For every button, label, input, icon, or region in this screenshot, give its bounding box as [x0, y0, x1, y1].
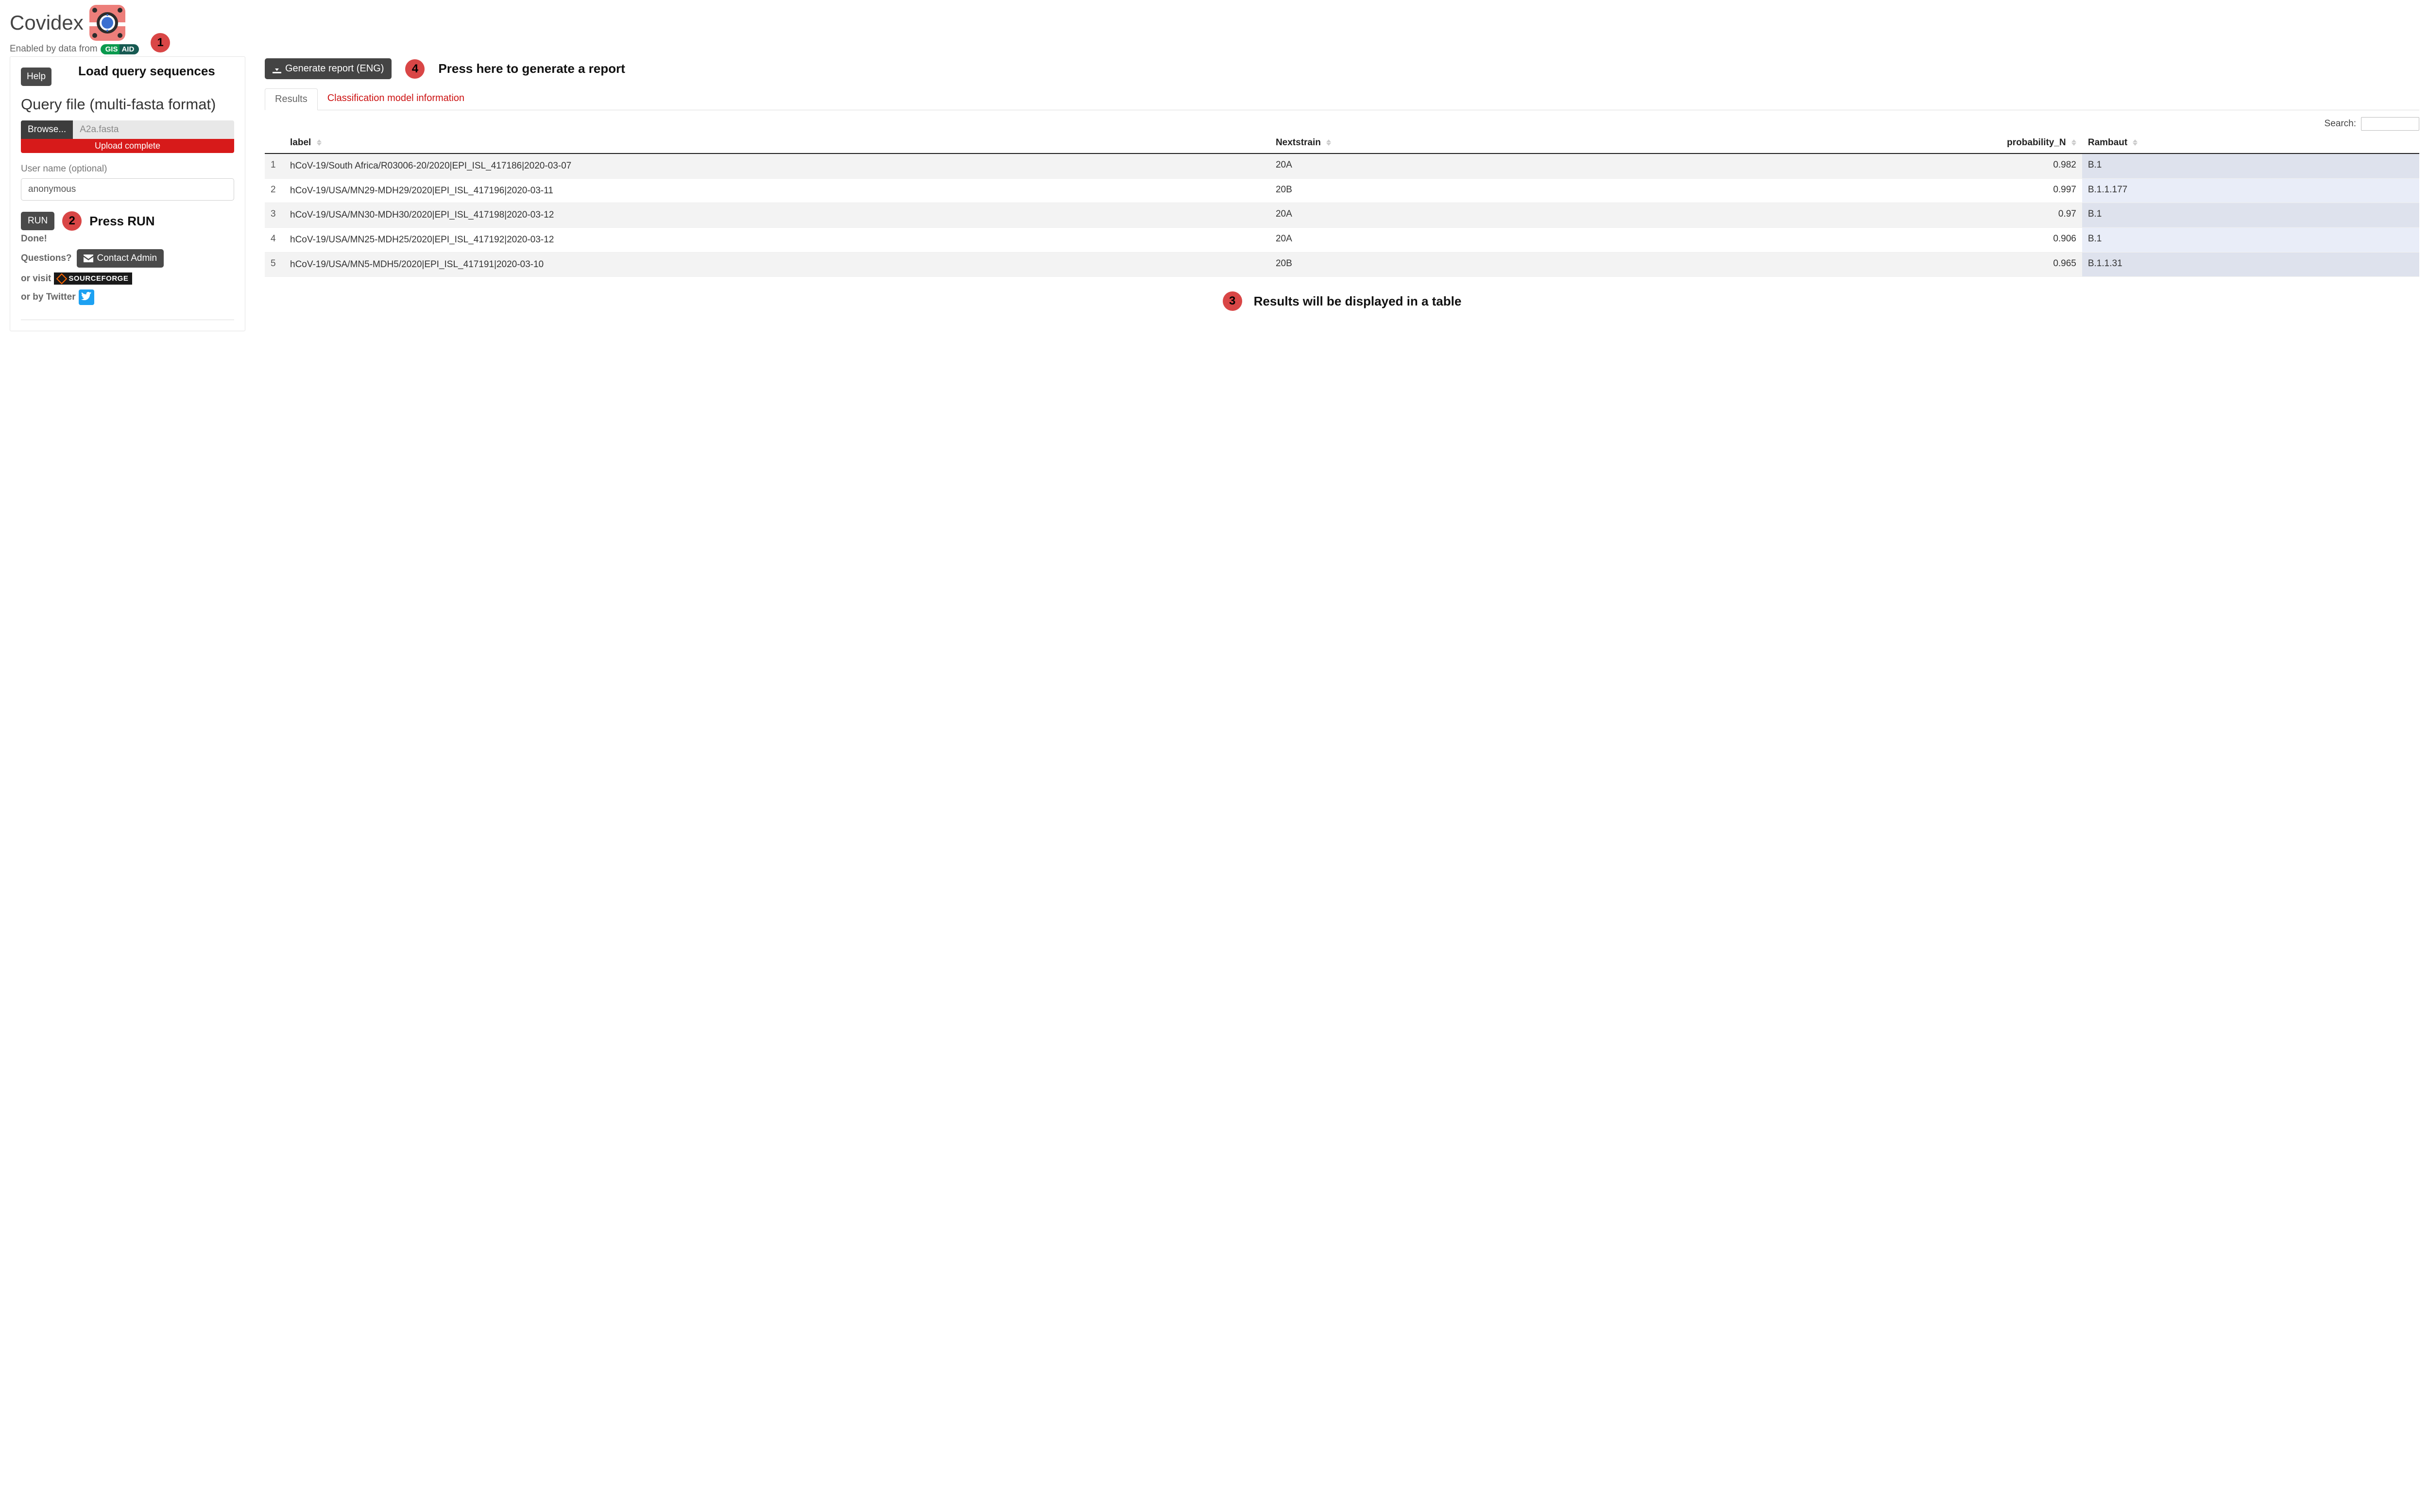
- col-label-text: label: [290, 137, 311, 148]
- twitter-icon: [81, 292, 92, 303]
- sort-icon: [2071, 139, 2076, 146]
- app-logo-icon: [89, 5, 125, 41]
- search-input[interactable]: [2361, 117, 2419, 131]
- row-label: hCoV-19/South Africa/R03006-20/2020|EPI_…: [284, 153, 1270, 178]
- table-row[interactable]: 5hCoV-19/USA/MN5-MDH5/2020|EPI_ISL_41719…: [265, 252, 2419, 277]
- results-table: label Nextstrain probability_N Rambaut: [265, 133, 2419, 277]
- row-nextstrain: 20B: [1270, 178, 1638, 203]
- col-label[interactable]: label: [284, 133, 1270, 153]
- annotation-3-text: Results will be displayed in a table: [1254, 294, 1462, 309]
- download-icon: [273, 65, 281, 73]
- selected-file-name: A2a.fasta: [73, 120, 234, 139]
- annotation-1-text: Load query sequences: [78, 64, 215, 79]
- row-nextstrain: 20A: [1270, 153, 1638, 178]
- col-nextstrain-text: Nextstrain: [1276, 137, 1321, 148]
- query-panel: Help Load query sequences Query file (mu…: [10, 56, 245, 331]
- row-probability: 0.982: [1638, 153, 2082, 178]
- results-tabs: Results Classification model information: [265, 88, 2419, 110]
- tab-model-info[interactable]: Classification model information: [318, 88, 474, 110]
- table-row[interactable]: 1hCoV-19/South Africa/R03006-20/2020|EPI…: [265, 153, 2419, 178]
- username-input[interactable]: [21, 178, 234, 201]
- gisaid-badge-left: GIS: [101, 44, 120, 54]
- row-label: hCoV-19/USA/MN30-MDH30/2020|EPI_ISL_4171…: [284, 203, 1270, 228]
- col-rambaut[interactable]: Rambaut: [2082, 133, 2419, 153]
- generate-report-label: Generate report (ENG): [285, 63, 384, 74]
- help-button[interactable]: Help: [21, 68, 51, 86]
- username-label: User name (optional): [21, 164, 234, 174]
- gisaid-badge-right: AID: [120, 44, 139, 54]
- subhead-text: Enabled by data from: [10, 44, 98, 54]
- table-row[interactable]: 4hCoV-19/USA/MN25-MDH25/2020|EPI_ISL_417…: [265, 227, 2419, 252]
- tab-results[interactable]: Results: [265, 88, 318, 110]
- row-index: 1: [265, 153, 284, 178]
- questions-label: Questions?: [21, 253, 72, 264]
- row-nextstrain: 20B: [1270, 252, 1638, 277]
- row-probability: 0.906: [1638, 227, 2082, 252]
- twitter-label: or by Twitter: [21, 292, 76, 303]
- table-row[interactable]: 2hCoV-19/USA/MN29-MDH29/2020|EPI_ISL_417…: [265, 178, 2419, 203]
- app-title: Covidex: [10, 11, 84, 34]
- col-probability[interactable]: probability_N: [1638, 133, 2082, 153]
- run-button[interactable]: RUN: [21, 212, 54, 230]
- row-rambaut: B.1.1.177: [2082, 178, 2419, 203]
- row-probability: 0.965: [1638, 252, 2082, 277]
- run-status: Done!: [21, 234, 234, 244]
- row-label: hCoV-19/USA/MN29-MDH29/2020|EPI_ISL_4171…: [284, 178, 1270, 203]
- table-row[interactable]: 3hCoV-19/USA/MN30-MDH30/2020|EPI_ISL_417…: [265, 203, 2419, 228]
- sourceforge-icon: [56, 273, 68, 284]
- annotation-4-badge: 4: [405, 59, 425, 79]
- row-rambaut: B.1.1.31: [2082, 252, 2419, 277]
- col-probability-text: probability_N: [2007, 137, 2066, 148]
- row-rambaut: B.1: [2082, 227, 2419, 252]
- contact-admin-label: Contact Admin: [97, 253, 157, 264]
- row-probability: 0.997: [1638, 178, 2082, 203]
- search-label: Search:: [2325, 119, 2356, 129]
- visit-label: or visit: [21, 273, 51, 284]
- row-rambaut: B.1: [2082, 203, 2419, 228]
- sourceforge-text: SOURCEFORGE: [68, 274, 128, 283]
- contact-admin-button[interactable]: Contact Admin: [77, 249, 164, 268]
- row-index: 5: [265, 252, 284, 277]
- row-index: 3: [265, 203, 284, 228]
- col-nextstrain[interactable]: Nextstrain: [1270, 133, 1638, 153]
- row-nextstrain: 20A: [1270, 227, 1638, 252]
- row-index: 2: [265, 178, 284, 203]
- browse-button[interactable]: Browse...: [21, 120, 73, 139]
- generate-report-button[interactable]: Generate report (ENG): [265, 58, 392, 79]
- row-index: 4: [265, 227, 284, 252]
- sort-icon: [317, 139, 322, 146]
- query-file-heading: Query file (multi-fasta format): [21, 96, 234, 113]
- upload-status-bar: Upload complete: [21, 139, 234, 153]
- envelope-icon: [84, 255, 93, 262]
- annotation-4-text: Press here to generate a report: [438, 61, 625, 76]
- col-index[interactable]: [265, 133, 284, 153]
- row-label: hCoV-19/USA/MN5-MDH5/2020|EPI_ISL_417191…: [284, 252, 1270, 277]
- annotation-2-text: Press RUN: [89, 214, 154, 229]
- row-probability: 0.97: [1638, 203, 2082, 228]
- annotation-3-badge: 3: [1223, 291, 1242, 311]
- twitter-badge[interactable]: [79, 289, 94, 305]
- sort-icon: [1326, 139, 1331, 146]
- row-label: hCoV-19/USA/MN25-MDH25/2020|EPI_ISL_4171…: [284, 227, 1270, 252]
- sourceforge-badge[interactable]: SOURCEFORGE: [54, 272, 132, 285]
- gisaid-badge[interactable]: GIS AID: [101, 44, 139, 54]
- sort-icon: [2133, 139, 2138, 146]
- row-nextstrain: 20A: [1270, 203, 1638, 228]
- annotation-2-badge: 2: [62, 211, 82, 231]
- col-rambaut-text: Rambaut: [2088, 137, 2127, 148]
- row-rambaut: B.1: [2082, 153, 2419, 178]
- annotation-1-badge: 1: [151, 33, 170, 52]
